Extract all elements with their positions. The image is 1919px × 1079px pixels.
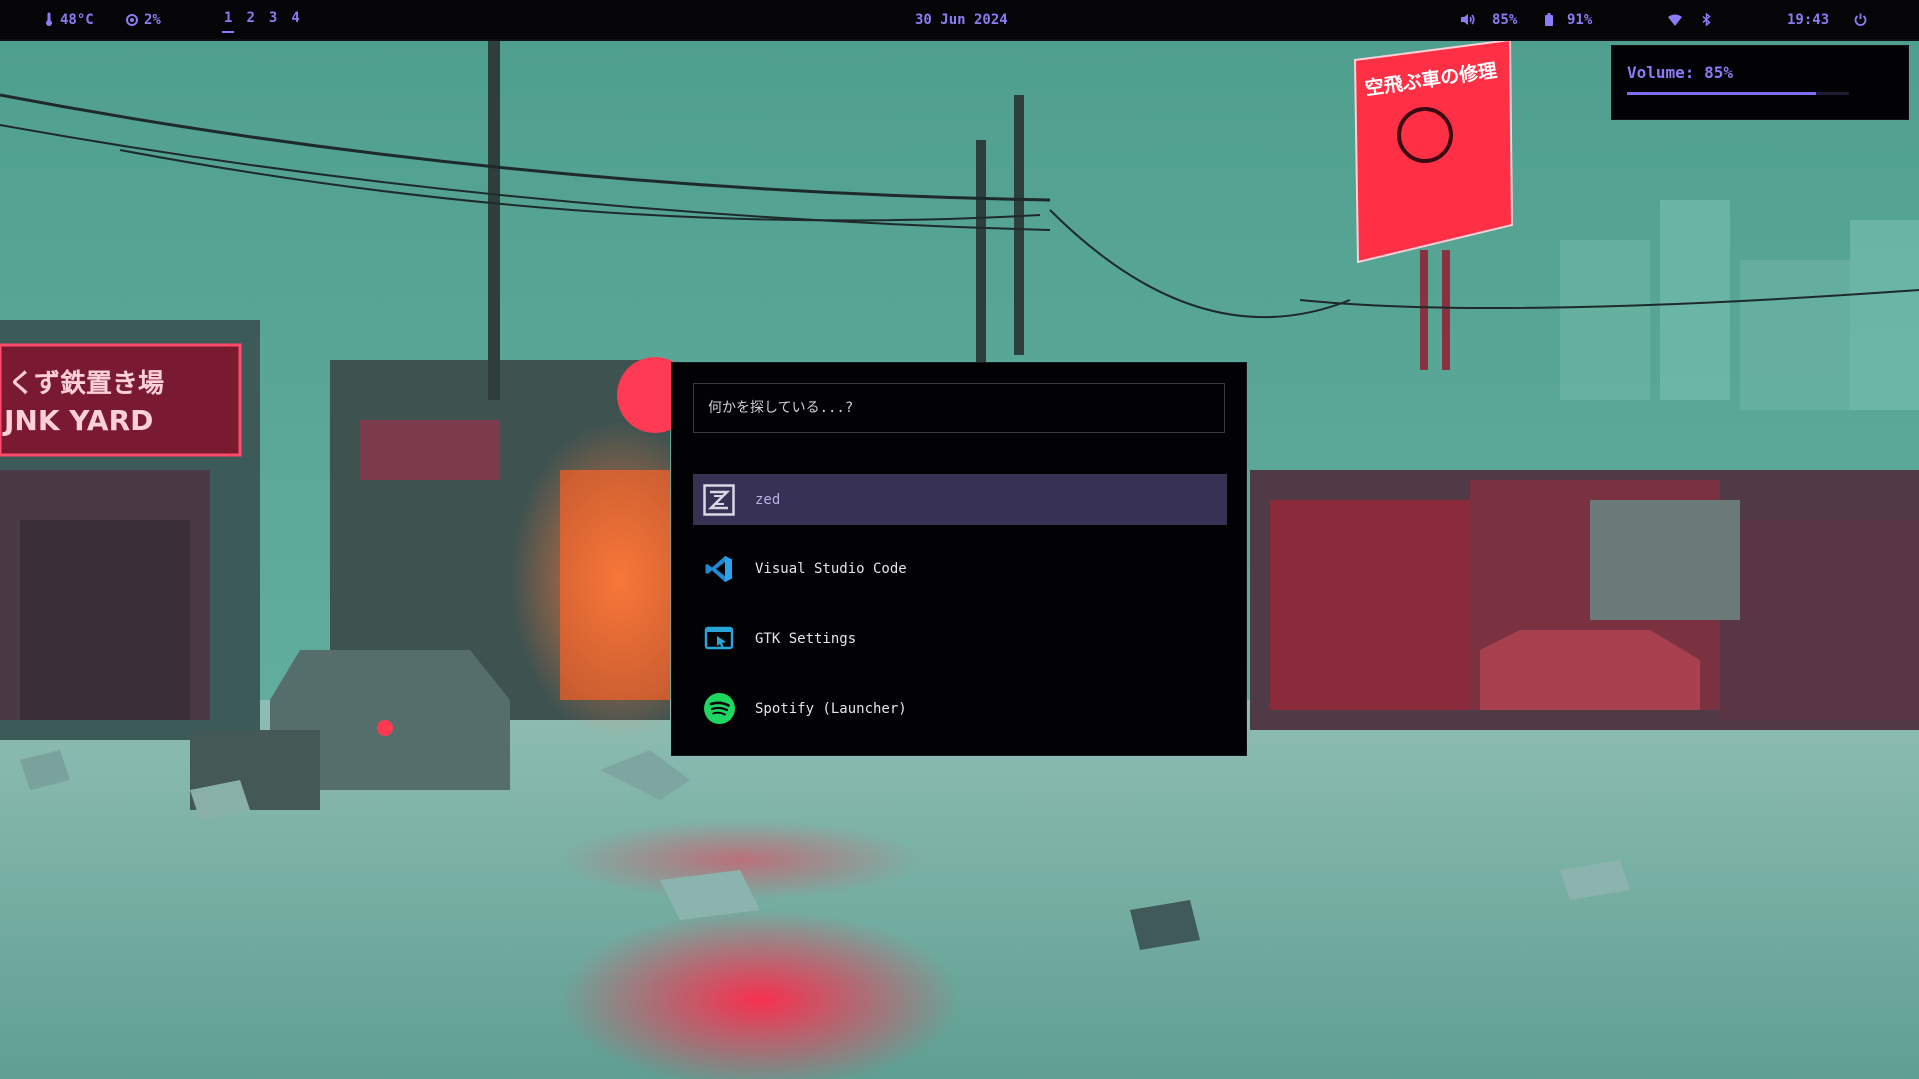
- launcher-search-input[interactable]: [694, 384, 1224, 432]
- wifi-widget[interactable]: [1668, 11, 1688, 29]
- speaker-icon: [1461, 14, 1475, 25]
- launcher-item-label: Visual Studio Code: [755, 560, 907, 577]
- bluetooth-widget[interactable]: [1702, 11, 1717, 29]
- volume-widget[interactable]: 85%: [1460, 11, 1517, 29]
- workspace-switcher: 1 2 3 4: [222, 9, 302, 33]
- launcher-item-label: zed: [755, 491, 781, 508]
- clock[interactable]: 19:43: [1787, 11, 1829, 29]
- volume-value: 85%: [1492, 12, 1518, 28]
- battery-widget[interactable]: 91%: [1545, 11, 1592, 29]
- spotify-icon: [702, 692, 736, 726]
- wifi-icon: [1668, 14, 1682, 26]
- cpu-value: 2%: [144, 12, 161, 28]
- cpu-widget[interactable]: 2%: [126, 11, 161, 29]
- launcher-item-label: GTK Settings: [755, 630, 857, 647]
- power-button[interactable]: [1854, 11, 1873, 29]
- status-bar: 48°C 2% 1 2 3 4 30 Jun 2024 85% 91% 19:4…: [0, 0, 1919, 41]
- launcher-item-gtk-settings[interactable]: GTK Settings: [693, 613, 1227, 664]
- launcher-item-zed[interactable]: zed: [693, 474, 1227, 525]
- volume-osd-track: [1627, 92, 1849, 95]
- workspace-2[interactable]: 2: [244, 9, 256, 33]
- svg-text:JNK YARD: JNK YARD: [2, 404, 153, 437]
- zed-icon: [702, 483, 736, 517]
- workspace-4[interactable]: 4: [289, 9, 301, 33]
- launcher-item-vscode[interactable]: Visual Studio Code: [693, 543, 1227, 594]
- battery-value: 91%: [1567, 12, 1593, 28]
- date-display[interactable]: 30 Jun 2024: [915, 11, 1008, 29]
- launcher-item-spotify[interactable]: Spotify (Launcher): [693, 683, 1227, 734]
- volume-osd-fill: [1627, 92, 1816, 95]
- app-launcher: zed Visual Studio Code GTK Settings: [671, 362, 1247, 756]
- gtk-settings-icon: [702, 622, 736, 656]
- vscode-icon: [702, 552, 736, 586]
- temperature-value: 48°C: [60, 12, 94, 28]
- volume-osd-label: Volume: 85%: [1627, 63, 1733, 82]
- svg-text:くず鉄置き場: くず鉄置き場: [8, 368, 164, 399]
- battery-icon: [1545, 13, 1553, 26]
- cpu-icon: [126, 14, 138, 26]
- workspace-1[interactable]: 1: [222, 9, 235, 33]
- temperature-widget[interactable]: 48°C: [44, 11, 94, 29]
- workspace-3[interactable]: 3: [267, 9, 279, 33]
- thermometer-icon: [46, 12, 52, 26]
- launcher-item-label: Spotify (Launcher): [755, 700, 907, 717]
- bluetooth-icon: [1702, 12, 1711, 27]
- volume-osd: Volume: 85%: [1611, 45, 1909, 120]
- launcher-search-box: [693, 383, 1225, 433]
- power-icon: [1854, 13, 1867, 26]
